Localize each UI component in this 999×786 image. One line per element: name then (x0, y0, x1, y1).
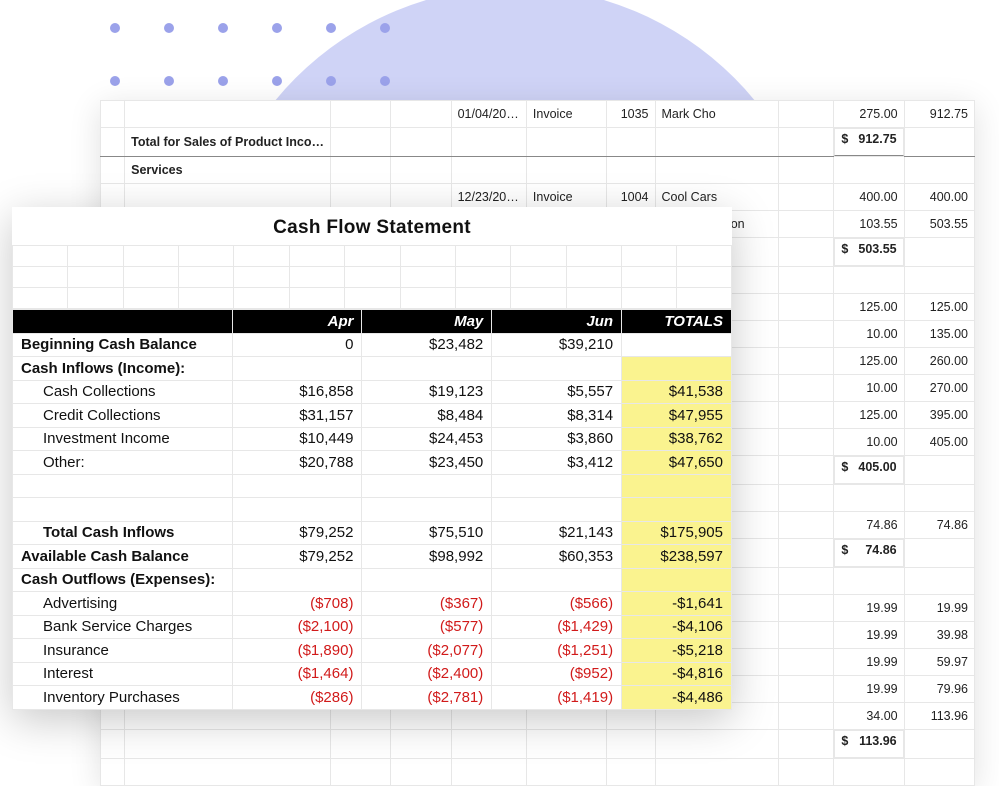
row-label: Interest (13, 662, 233, 686)
col-jun: Jun (492, 310, 622, 334)
row-label: Total Cash Inflows (13, 521, 233, 545)
row-label: Bank Service Charges (13, 615, 233, 639)
table-row: Cash Inflows (Income): (13, 357, 732, 381)
table-row: Insurance($1,890)($2,077)($1,251)-$5,218 (13, 639, 732, 663)
cashflow-title: Cash Flow Statement (12, 207, 732, 245)
col-apr: Apr (232, 310, 362, 334)
row-label: Inventory Purchases (13, 686, 233, 710)
table-row (13, 498, 732, 522)
table-row: Available Cash Balance$79,252$98,992$60,… (13, 545, 732, 569)
row-label (13, 498, 233, 522)
row-label (13, 474, 233, 498)
cashflow-table: Apr May Jun TOTALS Beginning Cash Balanc… (12, 309, 732, 710)
table-row: Bank Service Charges($2,100)($577)($1,42… (13, 615, 732, 639)
table-row: Investment Income$10,449$24,453$3,860$38… (13, 427, 732, 451)
row-label: Beginning Cash Balance (13, 333, 233, 357)
col-totals: TOTALS (622, 310, 732, 334)
table-row: Inventory Purchases($286)($2,781)($1,419… (13, 686, 732, 710)
header-row: Apr May Jun TOTALS (13, 310, 732, 334)
row-label: Cash Inflows (Income): (13, 357, 233, 381)
row-label: Available Cash Balance (13, 545, 233, 569)
table-row: Cash Outflows (Expenses): (13, 568, 732, 592)
row-label: Credit Collections (13, 404, 233, 428)
row-label: Cash Outflows (Expenses): (13, 568, 233, 592)
row-label: Cash Collections (13, 380, 233, 404)
blank-grid (12, 245, 732, 309)
row-label: Advertising (13, 592, 233, 616)
table-row (13, 474, 732, 498)
col-may: May (362, 310, 492, 334)
row-label: Insurance (13, 639, 233, 663)
table-row: Cash Collections$16,858$19,123$5,557$41,… (13, 380, 732, 404)
row-label: Other: (13, 451, 233, 475)
dot-pattern-top-left-2 (110, 73, 434, 91)
table-row: Other:$20,788$23,450$3,412$47,650 (13, 451, 732, 475)
cashflow-sheet: Cash Flow Statement Apr May Jun TOTALS B… (12, 207, 732, 710)
table-row: Beginning Cash Balance0$23,482$39,210 (13, 333, 732, 357)
table-row: Credit Collections$31,157$8,484$8,314$47… (13, 404, 732, 428)
table-row: Total Cash Inflows$79,252$75,510$21,143$… (13, 521, 732, 545)
row-label: Investment Income (13, 427, 233, 451)
table-row: Advertising($708)($367)($566)-$1,641 (13, 592, 732, 616)
dot-pattern-top-left (110, 20, 434, 38)
table-row: Interest($1,464)($2,400)($952)-$4,816 (13, 662, 732, 686)
